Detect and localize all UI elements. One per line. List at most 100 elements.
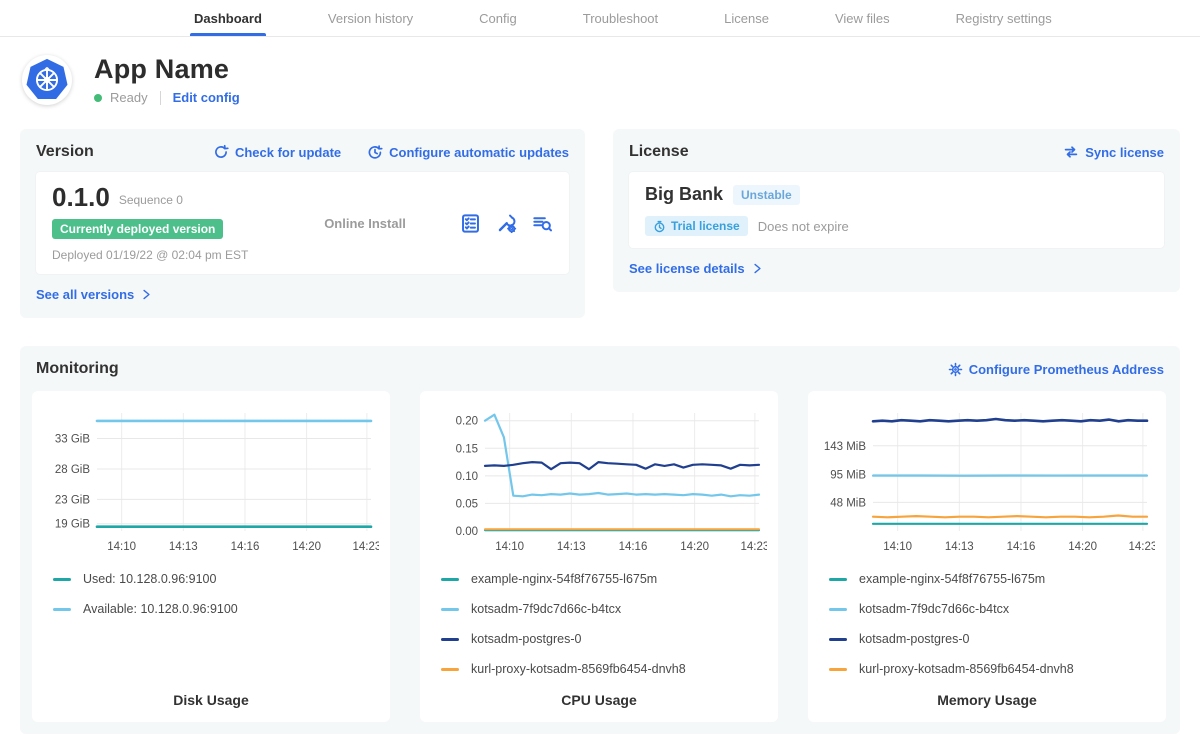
stopwatch-icon	[653, 220, 666, 233]
chart-title: CPU Usage	[429, 680, 769, 708]
svg-text:95 MiB: 95 MiB	[830, 469, 866, 481]
wrench-gear-icon	[496, 213, 517, 234]
svg-text:28 GiB: 28 GiB	[55, 464, 90, 476]
svg-text:14:10: 14:10	[495, 541, 524, 553]
edit-config-gear-button[interactable]	[496, 213, 517, 234]
line-chart: 14:1014:1314:1614:2014:2348 MiB95 MiB143…	[817, 403, 1155, 559]
tab-config[interactable]: Config	[475, 0, 521, 36]
tab-version-history[interactable]: Version history	[324, 0, 417, 36]
gear-icon	[948, 362, 963, 377]
license-customer-name: Big Bank	[645, 184, 723, 205]
chevron-right-icon	[140, 288, 153, 301]
legend-swatch	[829, 608, 847, 611]
tab-license[interactable]: License	[720, 0, 773, 36]
svg-text:14:10: 14:10	[107, 541, 136, 553]
legend-label: example-nginx-54f8f76755-l675m	[859, 572, 1045, 586]
svg-text:19 GiB: 19 GiB	[55, 519, 90, 531]
svg-text:0.05: 0.05	[456, 498, 478, 510]
preflight-checklist-icon	[460, 213, 481, 234]
legend-swatch	[829, 638, 847, 641]
top-navbar: Dashboard Version history Config Trouble…	[0, 0, 1200, 37]
svg-text:33 GiB: 33 GiB	[55, 434, 90, 446]
tab-registry-settings[interactable]: Registry settings	[952, 0, 1056, 36]
sync-license-button[interactable]: Sync license	[1063, 144, 1164, 160]
legend-label: kotsadm-7f9dc7d66c-b4tcx	[471, 602, 621, 616]
svg-text:14:20: 14:20	[292, 541, 321, 553]
charts-row: 14:10 14:13 14:16 14:20 14:23 19 GiB 23 GiB 28 …	[32, 391, 1168, 722]
deployed-version-box: 0.1.0 Sequence 0 Currently deployed vers…	[36, 172, 569, 274]
license-card-title: License	[629, 143, 689, 161]
version-number: 0.1.0	[52, 184, 110, 210]
svg-text:0.15: 0.15	[456, 443, 478, 455]
legend-label: Available: 10.128.0.96:9100	[83, 602, 238, 616]
svg-text:0.10: 0.10	[456, 471, 478, 483]
chart-title: Memory Usage	[817, 680, 1157, 708]
tab-view-files[interactable]: View files	[831, 0, 894, 36]
chevron-right-icon	[751, 262, 764, 275]
legend-label: Used: 10.128.0.96:9100	[83, 572, 216, 586]
svg-text:14:10: 14:10	[883, 541, 912, 553]
app-logo	[22, 55, 72, 105]
svg-text:14:23: 14:23	[1128, 541, 1155, 553]
edit-config-link[interactable]: Edit config	[173, 90, 240, 105]
legend-item: Available: 10.128.0.96:9100	[53, 602, 381, 616]
svg-text:14:16: 14:16	[1007, 541, 1036, 553]
chart-legend: Used: 10.128.0.96:9100 Available: 10.128.…	[53, 572, 381, 616]
legend-item: kotsadm-7f9dc7d66c-b4tcx	[441, 602, 769, 616]
tab-dashboard[interactable]: Dashboard	[190, 0, 266, 36]
cpu-usage-chart-card: 14:1014:1314:1614:2014:230.000.050.100.1…	[420, 391, 778, 722]
svg-text:14:20: 14:20	[680, 541, 709, 553]
svg-text:14:13: 14:13	[945, 541, 974, 553]
legend-item: example-nginx-54f8f76755-l675m	[829, 572, 1157, 586]
svg-text:14:13: 14:13	[557, 541, 586, 553]
channel-badge: Unstable	[733, 185, 800, 205]
legend-swatch	[441, 578, 459, 581]
refresh-icon	[213, 144, 229, 160]
legend-swatch	[441, 638, 459, 641]
license-expiry-text: Does not expire	[758, 219, 849, 234]
see-license-details-link[interactable]: See license details	[629, 261, 764, 276]
divider	[160, 91, 161, 105]
svg-text:14:23: 14:23	[740, 541, 767, 553]
configure-automatic-updates-button[interactable]: Configure automatic updates	[367, 144, 569, 160]
deployed-timestamp: Deployed 01/19/22 @ 02:04 pm EST	[52, 248, 270, 262]
sequence-label: Sequence 0	[119, 193, 183, 210]
line-chart: 14:1014:1314:1614:2014:2319 GiB23 GiB28 …	[41, 403, 379, 559]
see-all-versions-link[interactable]: See all versions	[36, 287, 153, 302]
version-card: Version Check for update	[20, 129, 585, 318]
legend-item: kurl-proxy-kotsadm-8569fb6454-dnvh8	[441, 662, 769, 676]
license-type-badge: Trial license	[645, 216, 748, 236]
svg-text:48 MiB: 48 MiB	[830, 497, 866, 509]
svg-text:23 GiB: 23 GiB	[55, 494, 90, 506]
clock-refresh-icon	[367, 144, 383, 160]
legend-label: kotsadm-postgres-0	[859, 632, 969, 646]
legend-swatch	[441, 608, 459, 611]
preflight-checks-button[interactable]	[460, 213, 481, 234]
version-card-title: Version	[36, 143, 94, 161]
legend-label: example-nginx-54f8f76755-l675m	[471, 572, 657, 586]
svg-text:14:20: 14:20	[1068, 541, 1097, 553]
view-logs-button[interactable]	[532, 213, 553, 234]
legend-swatch	[53, 608, 71, 611]
tab-troubleshoot[interactable]: Troubleshoot	[579, 0, 662, 36]
app-header: App Name Ready Edit config	[0, 37, 1200, 115]
legend-swatch	[829, 668, 847, 671]
kubernetes-icon	[24, 57, 70, 103]
page-title: App Name	[94, 54, 240, 85]
disk-usage-chart-card: 14:1014:1314:1614:2014:2319 GiB23 GiB28 …	[32, 391, 390, 722]
legend-label: kotsadm-7f9dc7d66c-b4tcx	[859, 602, 1009, 616]
check-for-update-button[interactable]: Check for update	[213, 144, 341, 160]
chart-legend: example-nginx-54f8f76755-l675m kotsadm-7f…	[829, 572, 1157, 676]
configure-prometheus-button[interactable]: Configure Prometheus Address	[948, 362, 1164, 377]
legend-swatch	[53, 578, 71, 581]
legend-item: example-nginx-54f8f76755-l675m	[441, 572, 769, 586]
install-type-label: Online Install	[270, 216, 460, 231]
legend-item: kotsadm-postgres-0	[441, 632, 769, 646]
legend-item: kurl-proxy-kotsadm-8569fb6454-dnvh8	[829, 662, 1157, 676]
logs-search-icon	[532, 213, 553, 234]
legend-label: kotsadm-postgres-0	[471, 632, 581, 646]
legend-item: Used: 10.128.0.96:9100	[53, 572, 381, 586]
legend-label: kurl-proxy-kotsadm-8569fb6454-dnvh8	[859, 662, 1074, 676]
legend-item: kotsadm-7f9dc7d66c-b4tcx	[829, 602, 1157, 616]
status-dot	[94, 94, 102, 102]
